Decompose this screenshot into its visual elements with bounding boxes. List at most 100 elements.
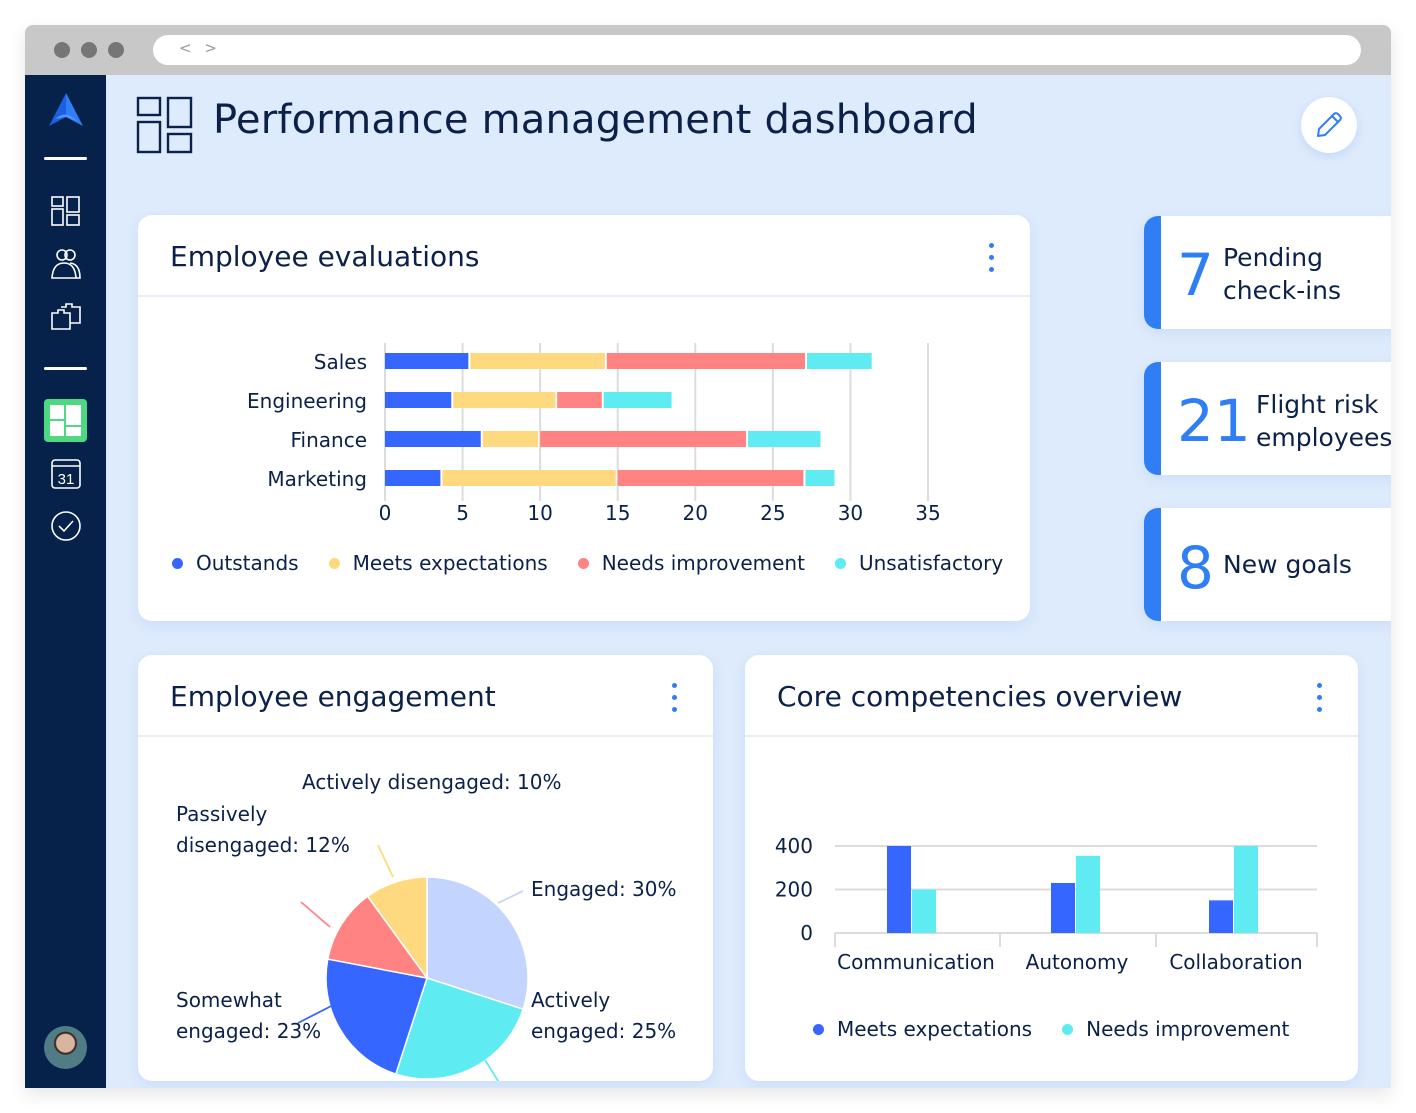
stat-card-new-goals[interactable]: 8 New goals (1144, 508, 1391, 621)
bar-sales-outstands[interactable] (385, 353, 469, 369)
x-tick-label: 35 (915, 501, 940, 525)
x-category-label: Autonomy (1026, 950, 1129, 974)
pencil-icon (1317, 112, 1342, 137)
window-dot-minimize[interactable] (81, 42, 97, 58)
dashboard-grid-icon (50, 195, 80, 226)
stat-value: 7 (1177, 241, 1214, 309)
evaluations-legend: Outstands Meets expectations Needs improve… (172, 551, 1030, 575)
bar-engineering-unsatisfactory[interactable] (603, 392, 672, 408)
legend-item-needs-improvement[interactable]: Needs improvement (577, 551, 805, 575)
edit-dashboard-button[interactable] (1301, 97, 1357, 153)
legend-label: Outstands (196, 551, 299, 575)
pie-leader-line (377, 844, 394, 878)
bar-sales-unsatisfactory[interactable] (806, 353, 872, 369)
window-dot-close[interactable] (54, 42, 70, 58)
bar-collaboration-needs-improvement[interactable] (1234, 846, 1258, 933)
employee-evaluations-card: Employee evaluations 0 5 10 15 20 25 30 35 Sales… (138, 215, 1030, 621)
x-tick-label: 20 (683, 501, 708, 525)
competencies-legend: Meets expectations Needs improvement (813, 1017, 1319, 1041)
legend-dot (834, 557, 846, 569)
bar-finance-needs-improvement[interactable] (540, 431, 747, 447)
stat-label-line: check-ins (1223, 276, 1342, 305)
sidebar-item-tasks[interactable] (47, 507, 84, 544)
folders-icon (50, 302, 81, 330)
bar-finance-unsatisfactory[interactable] (748, 431, 821, 447)
x-tick-label: 30 (838, 501, 863, 525)
bar-marketing-outstands[interactable] (385, 470, 441, 486)
bar-collaboration-meets-expectations[interactable] (1209, 900, 1233, 933)
y-tick-label: 400 (775, 834, 813, 858)
pie-data-label: Somewhat (176, 988, 282, 1012)
legend-item-needs-improvement[interactable]: Needs improvement (1062, 1017, 1289, 1041)
stat-card-flight-risk[interactable]: 21 Flight risk employees (1144, 362, 1391, 475)
bar-finance-meets-expectations[interactable] (482, 431, 539, 447)
legend-dot (813, 1023, 824, 1035)
bar-marketing-meets-expectations[interactable] (442, 470, 616, 486)
bar-sales-needs-improvement[interactable] (606, 353, 805, 369)
stat-label: Pending check-ins (1223, 241, 1341, 307)
x-tick-label: 0 (379, 501, 392, 525)
browser-chrome: < > (25, 25, 1391, 75)
stat-label: Flight risk employees (1256, 388, 1391, 454)
sidebar-item-projects[interactable] (47, 297, 84, 334)
bar-engineering-needs-improvement[interactable] (557, 392, 602, 408)
pie-leader-line (300, 901, 331, 928)
bar-engineering-outstands[interactable] (385, 392, 452, 408)
pie-data-label: Engaged: 30% (531, 877, 677, 901)
pie-leader-line (484, 1059, 500, 1081)
sidebar-item-performance-dashboard[interactable] (44, 399, 87, 442)
legend-label: Needs improvement (601, 551, 805, 575)
stat-label-line: employees (1256, 423, 1391, 452)
bar-marketing-unsatisfactory[interactable] (805, 470, 835, 486)
stat-card-pending-checkins[interactable]: 7 Pending check-ins (1144, 216, 1391, 329)
legend-dot (172, 557, 183, 569)
pie-data-label: engaged: 25% (531, 1019, 676, 1043)
x-category-label: Communication (837, 950, 995, 974)
browser-window: < > 31 Performance management dashboard … (25, 25, 1391, 1088)
stat-value: 21 (1177, 387, 1251, 455)
bar-autonomy-needs-improvement[interactable] (1076, 855, 1100, 933)
legend-label: Needs improvement (1086, 1017, 1290, 1041)
sidebar-item-dashboards[interactable] (47, 192, 84, 229)
legend-item-meets-expectations[interactable]: Meets expectations (328, 551, 548, 575)
bar-autonomy-meets-expectations[interactable] (1051, 882, 1075, 933)
pie-data-label: Passively (176, 802, 268, 826)
stat-accent-bar (1144, 362, 1161, 475)
bar-engineering-meets-expectations[interactable] (453, 392, 556, 408)
sidebar-divider (44, 367, 87, 370)
x-tick-label: 10 (527, 501, 552, 525)
page-title: Performance management dashboard (213, 97, 978, 143)
core-competencies-card: Core competencies overview 0 200 400 Commun… (745, 655, 1358, 1081)
x-tick-label: 5 (456, 501, 469, 525)
calendar-icon: 31 (50, 458, 81, 489)
bar-sales-meets-expectations[interactable] (470, 353, 605, 369)
legend-item-unsatisfactory[interactable]: Unsatisfactory (834, 551, 1004, 575)
bar-communication-meets-expectations[interactable] (887, 846, 911, 933)
window-dot-maximize[interactable] (108, 42, 124, 58)
back-forward-icon[interactable]: < > (179, 39, 221, 57)
stat-label: New goals (1223, 550, 1352, 579)
legend-item-outstands[interactable]: Outstands (172, 551, 299, 575)
y-category-label: Engineering (247, 389, 367, 413)
sidebar-item-calendar[interactable]: 31 (47, 455, 84, 492)
bar-finance-outstands[interactable] (385, 431, 481, 447)
engagement-pie-chart: Engaged: 30% Actively engaged: 25% Somewhat… (176, 770, 677, 1081)
user-avatar[interactable] (44, 1026, 87, 1069)
y-category-label: Sales (314, 350, 367, 374)
legend-item-meets-expectations[interactable]: Meets expectations (813, 1017, 1032, 1041)
legend-label: Unsatisfactory (858, 551, 1004, 575)
sidebar-item-people[interactable] (47, 245, 84, 282)
pie-leader-line (497, 890, 524, 904)
stat-label-line: Pending (1223, 243, 1323, 272)
y-tick-label: 200 (775, 878, 813, 902)
stat-accent-bar (1144, 508, 1161, 621)
x-category-label: Collaboration (1169, 950, 1302, 974)
people-icon (50, 248, 81, 279)
bar-communication-needs-improvement[interactable] (912, 889, 936, 934)
app-logo[interactable] (47, 91, 85, 133)
bar-marketing-needs-improvement[interactable] (617, 470, 804, 486)
dashboard-layout-icon (50, 405, 81, 436)
check-circle-icon (50, 510, 81, 541)
address-bar[interactable]: < > (153, 35, 1361, 65)
x-tick-label: 15 (605, 501, 630, 525)
